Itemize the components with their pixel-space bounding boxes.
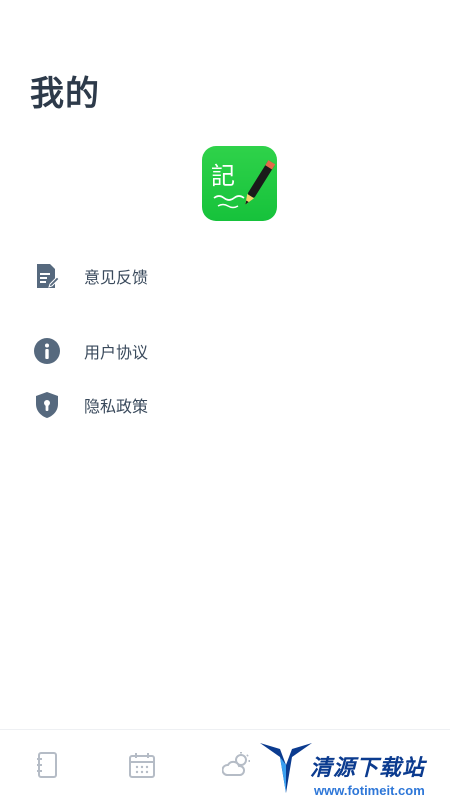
watermark-logo-icon	[260, 743, 312, 793]
pen-icon	[213, 160, 276, 209]
calendar-icon	[129, 753, 155, 778]
info-circle-icon	[33, 337, 61, 365]
tab-calendar[interactable]	[127, 750, 157, 780]
menu-item-label: 意见反馈	[84, 268, 149, 287]
tab-notebook[interactable]	[32, 750, 62, 780]
shield-lock-icon	[33, 391, 61, 419]
page-title: 我的	[30, 74, 100, 114]
menu-item-label: 隐私政策	[84, 397, 149, 416]
watermark: 清源下载站 www.fotimeit.com	[258, 735, 448, 800]
feedback-document-icon	[33, 262, 61, 290]
watermark-title: 清源下载站	[310, 756, 426, 781]
menu-item-label: 用户协议	[84, 343, 149, 362]
menu-item-privacy-policy[interactable]: 隐私政策	[0, 383, 450, 427]
tab-weather[interactable]	[222, 750, 252, 780]
notebook-icon	[37, 752, 57, 778]
menu-item-feedback[interactable]: 意见反馈	[0, 254, 450, 298]
weather-icon	[222, 752, 250, 776]
watermark-url: www.fotimeit.com	[314, 783, 425, 798]
app-logo: 記	[202, 146, 277, 221]
menu-item-user-agreement[interactable]: 用户协议	[0, 329, 450, 373]
